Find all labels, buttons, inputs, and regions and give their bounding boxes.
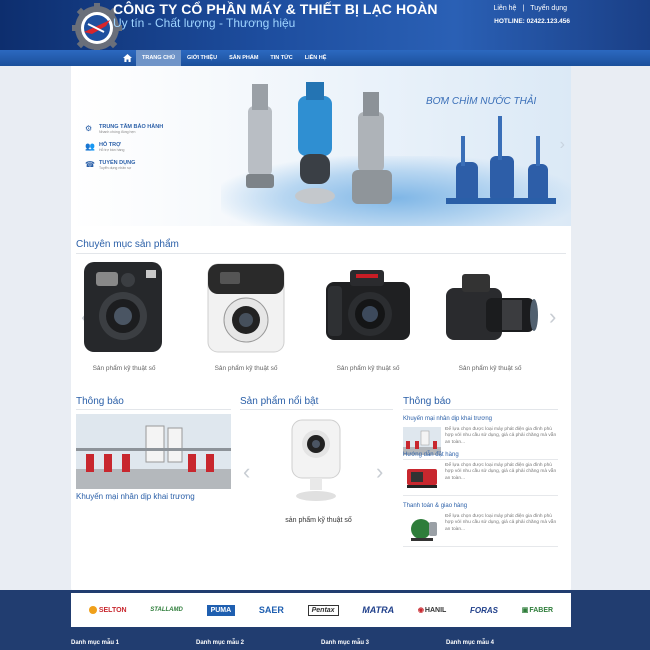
nav-item-news[interactable]: Tin tức xyxy=(264,50,298,66)
featured-next-arrow[interactable]: › xyxy=(376,461,383,483)
divider xyxy=(403,409,558,410)
announcement-thumb xyxy=(403,514,441,542)
site-footer: SELTON STALLAMD PUMA SAER Pentax MATRA ◉… xyxy=(0,590,650,650)
brand-name: PUMA xyxy=(210,606,232,614)
submersible-pumps-image xyxy=(246,82,556,204)
site-header: CÔNG TY CỔ PHẦN MÁY & THIẾT BỊ LẠC HOÀN … xyxy=(0,0,650,53)
ip-camera-image[interactable] xyxy=(286,418,346,503)
announcement-desc: Để lựa chọn được loại máy phát điện gia … xyxy=(445,463,557,481)
carousel-next-arrow[interactable]: › xyxy=(549,306,556,328)
company-slogan: Uy tín - Chất lượng - Thương hiệu xyxy=(113,16,296,30)
brand-logo-saer[interactable]: SAER xyxy=(259,605,284,615)
pump-station-image xyxy=(76,414,231,489)
home-icon[interactable] xyxy=(118,50,136,66)
announcement-title[interactable]: Thanh toán & giao hàng xyxy=(403,503,558,509)
brand-logo-puma[interactable]: PUMA xyxy=(206,604,236,616)
recruit-icon: ☎ xyxy=(85,160,95,169)
announcement-thumb xyxy=(403,463,441,491)
nav-item-contact[interactable]: Liên hệ xyxy=(299,50,333,66)
hanil-mark-icon: ◉ xyxy=(417,607,424,614)
sun-icon xyxy=(88,606,97,614)
partner-brands: SELTON STALLAMD PUMA SAER Pentax MATRA ◉… xyxy=(71,593,571,627)
banner-link-support[interactable]: 👥 Hỗ trợ Hỗ trợ bán hàng xyxy=(85,142,163,152)
banner-link-subtitle: Hỗ trợ bán hàng xyxy=(99,148,125,152)
users-icon: 👥 xyxy=(85,142,95,151)
brand-name: HANIL xyxy=(424,606,447,614)
nav-item-home[interactable]: Trang chủ xyxy=(136,50,181,66)
brand-name: SELTON xyxy=(98,606,127,614)
dslr-camera-image xyxy=(326,270,410,340)
banner-link-warranty[interactable]: ⚙ Trung tâm bảo hành Nhanh chóng đúng hẹn xyxy=(85,124,163,134)
product-card[interactable]: Sản phẩm kỹ thuật số xyxy=(320,258,416,373)
brand-name: MATRA xyxy=(362,605,395,615)
footer-category[interactable]: Danh mục mẫu 3 xyxy=(321,640,369,646)
brand-logo-matra[interactable]: MATRA xyxy=(362,605,394,615)
main-nav: Trang chủ Giới thiệu Sản phẩm Tin tức Li… xyxy=(0,50,650,66)
company-name: CÔNG TY CỔ PHẦN MÁY & THIẾT BỊ LẠC HOÀN xyxy=(113,1,438,17)
announcement-item[interactable]: Khuyến mại nhân dịp khai trương Để lựa c… xyxy=(403,416,558,460)
brand-name: FABER xyxy=(529,606,554,614)
instant-camera-black-image xyxy=(84,262,162,352)
brand-name: FORAS xyxy=(470,605,499,615)
announcement-title[interactable]: Khuyến mại nhân dịp khai trương xyxy=(403,416,558,422)
nav-item-about[interactable]: Giới thiệu xyxy=(181,50,223,66)
featured-heading: Sản phẩm nổi bật xyxy=(240,396,319,407)
announcement-item[interactable]: Thanh toán & giao hàng Để lựa chọn được … xyxy=(403,503,558,547)
divider xyxy=(403,546,558,547)
footer-category[interactable]: Danh mục mẫu 2 xyxy=(196,640,244,646)
footer-category[interactable]: Danh mục mẫu 1 xyxy=(71,640,119,646)
product-categories-heading: Chuyên mục sản phẩm xyxy=(76,239,179,250)
link-separator: | xyxy=(522,5,525,12)
brand-logo-pentax[interactable]: Pentax xyxy=(307,604,339,616)
banner-links: ⚙ Trung tâm bảo hành Nhanh chóng đúng hẹn… xyxy=(85,124,163,178)
product-card[interactable]: Sản phẩm kỹ thuật số xyxy=(198,258,294,373)
banner-link-subtitle: Tuyển dụng nhân sự xyxy=(99,166,132,170)
divider xyxy=(403,459,558,460)
gears-icon: ⚙ xyxy=(85,124,93,133)
main-content: ⚙ Trung tâm bảo hành Nhanh chóng đúng hẹn… xyxy=(71,66,571,592)
brand-logo-stallamd[interactable]: STALLAMD xyxy=(150,607,183,613)
top-links: Liên hệ | Tuyển dụng xyxy=(490,5,570,12)
divider xyxy=(76,253,566,254)
divider xyxy=(76,409,231,410)
featured-prev-arrow[interactable]: ‹ xyxy=(243,461,250,483)
news-image[interactable] xyxy=(76,414,231,489)
faber-mark-icon: ▣ xyxy=(521,607,529,614)
product-card[interactable]: Sản phẩm kỹ thuật số xyxy=(442,258,538,373)
announcement-title[interactable]: Hướng dẫn đặt hàng xyxy=(403,452,558,458)
announcement-thumb xyxy=(403,427,441,455)
banner-next-arrow[interactable]: › xyxy=(560,136,565,154)
instant-camera-white-image xyxy=(207,263,285,353)
brand-logo-faber[interactable]: ▣ FABER xyxy=(521,606,554,615)
brand-logo-selton[interactable]: SELTON xyxy=(88,606,127,614)
announcements-heading: Thông báo xyxy=(403,396,451,407)
banner-link-subtitle: Nhanh chóng đúng hẹn xyxy=(99,130,136,134)
announcement-desc: Để lựa chọn được loại máy phát điện gia … xyxy=(445,514,557,532)
footer-category[interactable]: Danh mục mẫu 4 xyxy=(446,640,494,646)
news-caption[interactable]: Khuyến mại nhân dịp khai trương xyxy=(76,492,195,501)
product-caption: Sản phẩm kỹ thuật số xyxy=(458,365,522,372)
brand-logo-hanil[interactable]: ◉ HANIL xyxy=(417,606,447,615)
brand-logo-foras[interactable]: FORAS xyxy=(470,606,498,615)
divider xyxy=(403,495,558,496)
contact-link[interactable]: Liên hệ xyxy=(493,5,516,12)
banner-link-recruit[interactable]: ☎ Tuyển dụng Tuyển dụng nhân sự xyxy=(85,160,163,170)
divider xyxy=(240,409,393,410)
product-caption: Sản phẩm kỹ thuật số xyxy=(336,365,400,372)
recruitment-link[interactable]: Tuyển dụng xyxy=(530,5,567,12)
dslr-camera-zoom-image xyxy=(446,274,538,340)
product-caption: Sản phẩm kỹ thuật số xyxy=(214,365,278,372)
brand-name: SAER xyxy=(258,605,284,615)
brand-name: STALLAMD xyxy=(150,607,183,613)
hotline: HOTLINE: 02422.123.456 xyxy=(494,18,570,25)
product-card[interactable]: Sản phẩm kỹ thuật số xyxy=(76,258,172,373)
news-heading: Thông báo xyxy=(76,396,124,407)
announcement-desc: Để lựa chọn được loại máy phát điện gia … xyxy=(445,427,557,445)
brand-name: Pentax xyxy=(311,606,335,614)
product-caption: Sản phẩm kỹ thuật số xyxy=(92,365,156,372)
hero-banner[interactable]: ⚙ Trung tâm bảo hành Nhanh chóng đúng hẹn… xyxy=(71,66,571,226)
nav-item-products[interactable]: Sản phẩm xyxy=(223,50,264,66)
featured-caption[interactable]: sản phẩm kỹ thuật số xyxy=(256,517,381,524)
announcement-item[interactable]: Hướng dẫn đặt hàng Để lựa chọn được loại… xyxy=(403,452,558,496)
